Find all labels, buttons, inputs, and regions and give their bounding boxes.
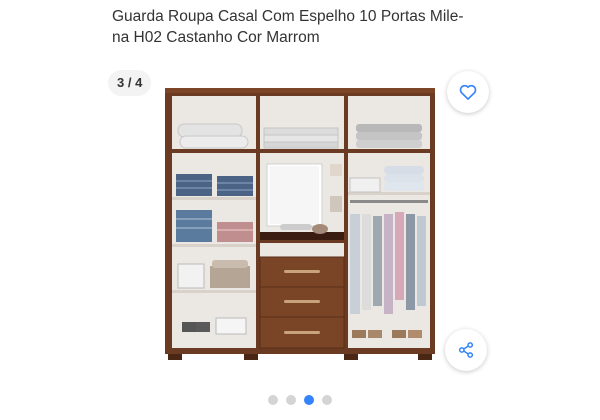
product-title-line-1: Guarda Roupa Casal Com Espelho 10 Portas… [112, 8, 464, 25]
product-title: Guarda Roupa Casal Com Espelho 10 Portas… [112, 6, 492, 48]
gallery-pagination [0, 395, 600, 405]
share-button[interactable] [445, 329, 487, 371]
pagination-dot-1[interactable] [268, 395, 278, 405]
pagination-dot-2[interactable] [286, 395, 296, 405]
product-image-wardrobe[interactable] [160, 84, 440, 366]
pagination-dot-3-active[interactable] [304, 395, 314, 405]
product-gallery-screen: Guarda Roupa Casal Com Espelho 10 Portas… [0, 0, 600, 420]
pagination-dot-4[interactable] [322, 395, 332, 405]
favorite-button[interactable] [447, 71, 489, 113]
product-title-line-2: na H02 Castanho Cor Marrom [112, 29, 320, 46]
share-icon [458, 342, 474, 358]
heart-icon [459, 84, 477, 100]
image-counter: 3 / 4 [108, 70, 152, 96]
